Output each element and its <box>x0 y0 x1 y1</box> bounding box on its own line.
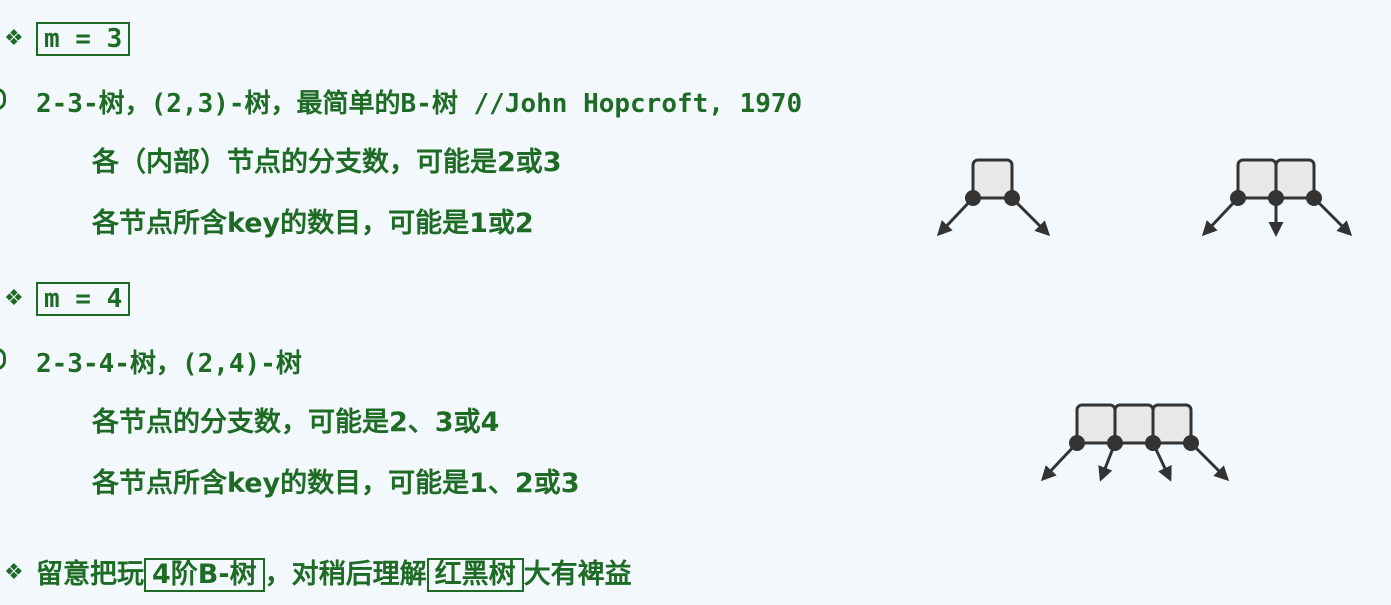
pointer-dot <box>1145 435 1161 451</box>
key-box <box>1151 403 1193 445</box>
pointer-dot <box>1306 190 1322 206</box>
pointer-dot <box>1268 190 1284 206</box>
node-three-keys <box>1040 403 1230 482</box>
pointer-dot <box>1230 190 1246 206</box>
pointer-dot <box>1004 190 1020 206</box>
pointer-dot <box>965 190 981 206</box>
node-one-key <box>936 158 1051 237</box>
btree-node-diagrams <box>936 158 1353 482</box>
key-box <box>1236 158 1278 200</box>
key-box <box>1274 158 1316 200</box>
key-box <box>1113 403 1155 445</box>
pointer-dot <box>1183 435 1199 451</box>
key-box <box>1075 403 1117 445</box>
pointer-dot <box>1069 435 1085 451</box>
node-two-keys <box>1201 158 1353 237</box>
pointer-dot <box>1107 435 1123 451</box>
key-box <box>971 158 1014 200</box>
